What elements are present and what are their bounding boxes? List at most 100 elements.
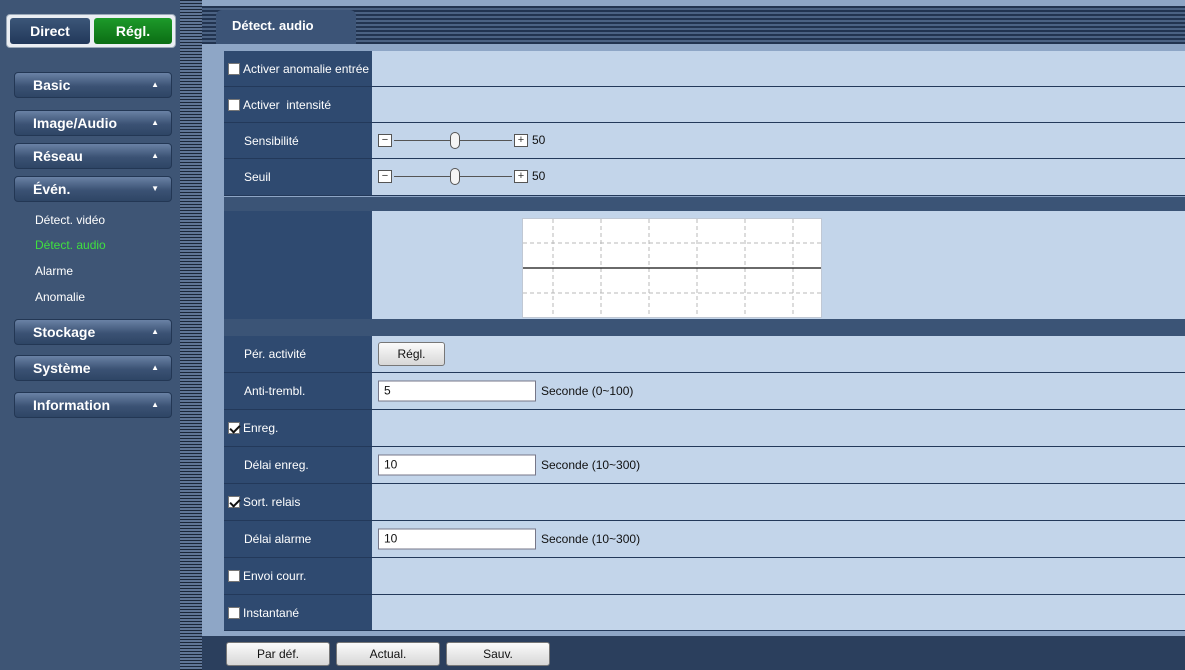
relay-out-checkbox[interactable] <box>228 496 240 508</box>
anti-bounce-label: Anti-trembl. <box>224 373 372 409</box>
threshold-slider-handle[interactable] <box>450 168 460 185</box>
save-button[interactable]: Sauv. <box>446 642 550 666</box>
alarm-delay-label: Délai alarme <box>224 521 372 557</box>
intensity-checkbox[interactable] <box>228 98 240 111</box>
menu-storage[interactable]: Stockage ▲ <box>14 319 172 345</box>
row-value <box>372 558 1185 594</box>
menu-event[interactable]: Évén. ▼ <box>14 176 172 202</box>
alarm-delay-input[interactable]: 10 <box>378 528 536 550</box>
anti-bounce-unit: Seconde (0~100) <box>541 384 634 398</box>
row-label <box>224 211 372 319</box>
threshold-increase-button[interactable]: + <box>514 170 528 183</box>
row-label: Enreg. <box>224 410 372 446</box>
sensitivity-increase-button[interactable]: + <box>514 133 528 147</box>
row-label: Instantané <box>224 595 372 630</box>
row-threshold: Seuil − + 50 <box>224 159 1185 196</box>
sensitivity-decrease-button[interactable]: − <box>378 133 392 147</box>
menu-sub-alarm[interactable]: Alarme <box>35 264 73 278</box>
row-sensitivity: Sensibilité − + 50 <box>224 123 1185 159</box>
snapshot-checkbox[interactable] <box>228 606 240 619</box>
row-snapshot: Instantané <box>224 595 1185 631</box>
row-value: − + 50 <box>372 123 1185 158</box>
sensitivity-slider-handle[interactable] <box>450 131 460 149</box>
row-anomaly-input: Activer anomalie entrée <box>224 51 1185 87</box>
activity-period-label: Pér. activité <box>224 336 372 372</box>
caret-up-icon: ▲ <box>151 151 159 160</box>
alarm-delay-unit: Seconde (10~300) <box>541 532 641 546</box>
row-value <box>372 211 1185 319</box>
caret-up-icon: ▲ <box>151 327 159 336</box>
row-value: 10 Seconde (10~300) <box>372 521 1185 557</box>
row-alarm-delay: Délai alarme 10 Seconde (10~300) <box>224 521 1185 558</box>
menu-sub-anomaly[interactable]: Anomalie <box>35 290 85 304</box>
row-relay-out: Sort. relais <box>224 484 1185 521</box>
row-value <box>372 484 1185 520</box>
row-value: − + 50 <box>372 159 1185 195</box>
sensitivity-slider[interactable]: − + 50 <box>378 131 558 151</box>
row-value <box>372 595 1185 630</box>
row-value <box>372 51 1185 86</box>
menu-information[interactable]: Information ▲ <box>14 392 172 418</box>
anomaly-input-checkbox[interactable] <box>228 62 240 75</box>
caret-up-icon: ▲ <box>151 400 159 409</box>
caret-up-icon: ▲ <box>151 80 159 89</box>
menu-basic[interactable]: Basic ▲ <box>14 72 172 98</box>
live-view-button[interactable]: Direct <box>10 18 90 44</box>
menu-basic-label: Basic <box>33 77 71 93</box>
row-value <box>372 410 1185 446</box>
caret-down-icon: ▼ <box>151 184 159 193</box>
row-activity-period: Pér. activité Régl. <box>224 336 1185 373</box>
threshold-value: 50 <box>532 169 546 183</box>
menu-storage-label: Stockage <box>33 324 96 340</box>
anomaly-input-label: Activer anomalie entrée <box>243 61 370 76</box>
send-mail-checkbox[interactable] <box>228 570 240 582</box>
record-checkbox[interactable] <box>228 422 240 434</box>
row-send-mail: Envoi courr. <box>224 558 1185 595</box>
menu-system-label: Système <box>33 360 91 376</box>
row-audio-graph <box>224 211 1185 319</box>
menu-sub-audio-detect[interactable]: Détect. audio <box>35 238 106 252</box>
section-divider <box>224 319 1185 336</box>
record-label: Enreg. <box>243 421 279 435</box>
row-value <box>372 87 1185 122</box>
record-delay-label: Délai enreg. <box>224 447 372 483</box>
caret-up-icon: ▲ <box>151 118 159 127</box>
menu-network-label: Réseau <box>33 148 83 164</box>
caret-up-icon: ▲ <box>151 363 159 372</box>
panel-divider <box>180 0 202 670</box>
activity-period-setup-button[interactable]: Régl. <box>378 342 445 366</box>
row-label: Activer intensité <box>224 87 372 122</box>
menu-network[interactable]: Réseau ▲ <box>14 143 172 169</box>
menu-information-label: Information <box>33 397 110 413</box>
row-value: Régl. <box>372 336 1185 372</box>
section-divider <box>224 197 1185 211</box>
menu-sub-video-detect[interactable]: Détect. vidéo <box>35 213 105 227</box>
footer-bar: Par déf. Actual. Sauv. <box>202 636 1185 670</box>
row-label: Activer anomalie entrée <box>224 51 372 86</box>
refresh-button[interactable]: Actual. <box>336 642 440 666</box>
mode-switch: Direct Régl. <box>6 14 176 48</box>
row-record-delay: Délai enreg. 10 Seconde (10~300) <box>224 447 1185 484</box>
tab-audio-detect[interactable]: Détect. audio <box>216 10 356 44</box>
default-button[interactable]: Par déf. <box>226 642 330 666</box>
threshold-slider[interactable]: − + 50 <box>378 167 558 187</box>
threshold-label: Seuil <box>224 159 372 195</box>
relay-out-label: Sort. relais <box>243 495 301 509</box>
menu-image-audio[interactable]: Image/Audio ▲ <box>14 110 172 136</box>
record-delay-unit: Seconde (10~300) <box>541 458 641 472</box>
menu-event-label: Évén. <box>33 181 71 197</box>
row-value: 5 Seconde (0~100) <box>372 373 1185 409</box>
setup-button[interactable]: Régl. <box>94 18 172 44</box>
main-panel: Détect. audio Activer anomalie entrée Ac… <box>202 0 1185 670</box>
record-delay-input[interactable]: 10 <box>378 454 536 476</box>
row-record: Enreg. <box>224 410 1185 447</box>
anti-bounce-input[interactable]: 5 <box>378 380 536 402</box>
threshold-decrease-button[interactable]: − <box>378 170 392 183</box>
sidebar: Direct Régl. Basic ▲ Image/Audio ▲ Résea… <box>0 0 180 670</box>
sensitivity-label: Sensibilité <box>224 123 372 158</box>
menu-image-audio-label: Image/Audio <box>33 115 118 131</box>
menu-system[interactable]: Système ▲ <box>14 355 172 381</box>
snapshot-label: Instantané <box>243 605 300 620</box>
send-mail-label: Envoi courr. <box>243 569 307 583</box>
row-label: Envoi courr. <box>224 558 372 594</box>
